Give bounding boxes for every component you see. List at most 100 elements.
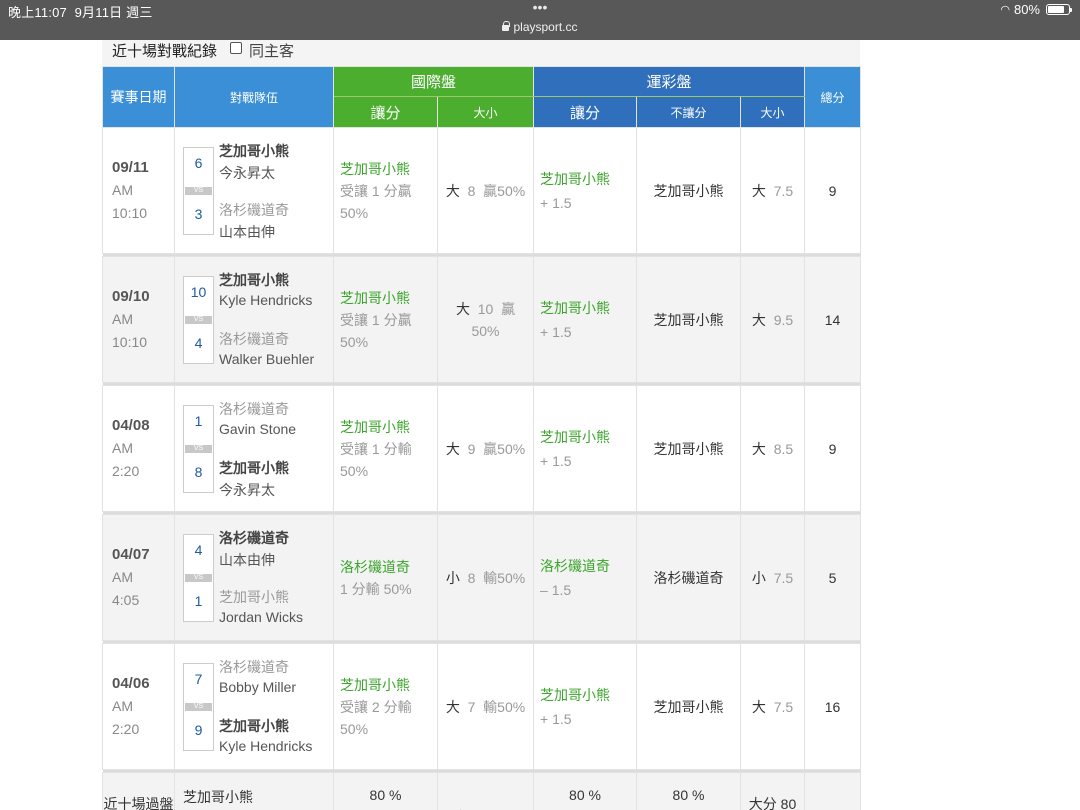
ou-value: 9 <box>467 440 476 457</box>
pitcher-away: Kyle Hendricks <box>219 292 313 308</box>
match-ampm: AM <box>112 440 133 456</box>
sport-nospread-cell: 芝加哥小熊 <box>636 256 742 383</box>
ou-result: 輸50% <box>483 569 526 586</box>
score-box: 7 VS 9 <box>183 663 214 751</box>
match-time: 2:20 <box>112 463 140 479</box>
header-sport-spread: 讓分 <box>533 96 638 128</box>
ou-direction: 大 <box>445 440 460 457</box>
match-date: 04/06 <box>112 675 150 692</box>
teams-cell: 4 VS 1 洛杉磯道奇 山本由伸 芝加哥小熊 Jordan Wicks <box>174 514 334 641</box>
sport-team: 芝加哥小熊 <box>540 686 611 703</box>
teams-cell: 7 VS 9 洛杉磯道奇 Bobby Miller 芝加哥小熊 Kyle Hen… <box>174 643 334 770</box>
vs-badge: VS <box>185 316 212 324</box>
match-date: 09/10 <box>112 288 150 305</box>
team-home[interactable]: 芝加哥小熊 <box>219 458 289 478</box>
score-away: 1 <box>194 413 203 429</box>
team-home[interactable]: 洛杉磯道奇 <box>219 200 289 220</box>
sport-ou-value: 7.5 <box>773 182 794 199</box>
score-home: 3 <box>194 206 203 222</box>
team-away[interactable]: 洛杉磯道奇 <box>219 528 289 548</box>
team-away[interactable]: 洛杉磯道奇 <box>219 399 289 419</box>
ou-value: 8 <box>467 182 476 199</box>
intl-team: 洛杉磯道奇 <box>340 558 410 575</box>
header-total: 總分 <box>804 66 862 128</box>
score-away: 4 <box>194 542 203 558</box>
summary-sport-nospread: 80 % <box>636 772 742 810</box>
sport-ou-value: 9.5 <box>773 311 794 328</box>
sport-team: 芝加哥小熊 <box>540 170 611 187</box>
summary-team: 芝加哥小熊 <box>174 772 334 810</box>
score-home: 1 <box>194 593 203 609</box>
pitcher-home: Jordan Wicks <box>219 609 304 625</box>
same-home-checkbox[interactable] <box>230 42 242 54</box>
section-header: 近十場對戰紀錄 同主客 <box>102 40 860 66</box>
score-box: 10 VS 4 <box>183 276 214 364</box>
score-box: 4 VS 1 <box>183 534 214 622</box>
summary-team-text[interactable]: 芝加哥小熊 <box>183 789 253 805</box>
teams-cell: 10 VS 4 芝加哥小熊 Kyle Hendricks 洛杉磯道奇 Walke… <box>174 256 334 383</box>
sport-line: + 1.5 <box>540 452 572 469</box>
header-sport: 運彩盤 <box>533 66 806 97</box>
sport-ou-direction: 大 <box>751 182 766 199</box>
more-dots-icon[interactable]: ••• <box>0 0 1080 14</box>
same-home-label[interactable]: 同主客 <box>249 40 294 61</box>
match-time: 10:10 <box>112 205 148 221</box>
wifi-icon: ◠ <box>1000 4 1010 16</box>
team-away[interactable]: 芝加哥小熊 <box>219 141 289 161</box>
ou-value: 10 <box>477 300 494 317</box>
section-title: 近十場對戰紀錄 <box>112 43 218 60</box>
sport-spread-cell: 芝加哥小熊 + 1.5 <box>533 643 638 770</box>
table-row: 09/10 AM 10:10 10 VS 4 芝加哥小熊 Kyle Hendri… <box>102 256 862 383</box>
team-home[interactable]: 洛杉磯道奇 <box>219 329 289 349</box>
sport-ou-cell: 大 7.5 <box>740 127 806 254</box>
summary-total <box>804 772 862 810</box>
pitcher-away: 山本由伸 <box>219 552 275 568</box>
vs-badge: VS <box>185 445 212 453</box>
pitcher-home: Kyle Hendricks <box>219 738 313 754</box>
match-ampm: AM <box>112 311 133 327</box>
match-date: 09/11 <box>112 159 149 176</box>
sport-ou-value: 7.5 <box>773 698 794 715</box>
ou-result: 贏50% <box>483 182 526 199</box>
sport-spread-cell: 芝加哥小熊 + 1.5 <box>533 385 638 512</box>
pitcher-home: 山本由伸 <box>219 224 275 240</box>
table-row: 09/11 AM 10:10 6 VS 3 芝加哥小熊 今永昇太 洛杉磯道奇 山… <box>102 127 862 254</box>
total-score-cell: 14 <box>804 256 862 383</box>
address-bar[interactable]: playsport.cc <box>0 20 1080 34</box>
team-away[interactable]: 洛杉磯道奇 <box>219 657 289 677</box>
sport-ou-cell: 大 9.5 <box>740 256 806 383</box>
match-ampm: AM <box>112 698 133 714</box>
match-ampm: AM <box>112 569 133 585</box>
sport-line: + 1.5 <box>540 323 572 340</box>
sport-team: 芝加哥小熊 <box>540 428 611 445</box>
team-home[interactable]: 芝加哥小熊 <box>219 716 289 736</box>
score-away: 7 <box>194 671 203 687</box>
header-intl-spread: 讓分 <box>333 96 438 128</box>
sport-spread-cell: 芝加哥小熊 + 1.5 <box>533 256 638 383</box>
score-home: 4 <box>194 335 203 351</box>
intl-spread-cell: 洛杉磯道奇 1 分輸 50% <box>333 514 438 641</box>
battery-percent: 80% <box>1013 2 1040 17</box>
intl-ou-cell: 大 9 贏50% <box>436 385 535 512</box>
intl-ou-cell: 大 10 贏 50% <box>436 256 535 383</box>
team-home[interactable]: 芝加哥小熊 <box>219 587 289 607</box>
team-away[interactable]: 芝加哥小熊 <box>219 270 289 290</box>
intl-spread-cell: 芝加哥小熊 受讓 1 分贏 50% <box>333 256 438 383</box>
ou-direction: 大 <box>445 182 460 199</box>
sport-nospread-cell: 芝加哥小熊 <box>636 127 742 254</box>
intl-ou-cell: 大 8 贏50% <box>436 127 535 254</box>
table-row: 04/07 AM 4:05 4 VS 1 洛杉磯道奇 山本由伸 芝加哥小熊 Jo… <box>102 514 862 641</box>
battery-fill <box>1048 6 1064 13</box>
intl-line: 受讓 1 分贏 50% <box>340 182 412 221</box>
sport-nospread-cell: 芝加哥小熊 <box>636 385 742 512</box>
sport-ou-direction: 大 <box>751 311 766 328</box>
match-date: 04/07 <box>112 546 150 563</box>
sport-ou-cell: 大 7.5 <box>740 643 806 770</box>
header-date: 賽事日期 <box>102 66 175 128</box>
match-time: 4:05 <box>112 592 140 608</box>
match-date-cell: 04/08 AM 2:20 <box>102 385 175 512</box>
intl-team: 芝加哥小熊 <box>340 160 410 177</box>
matchup-table: 賽事日期 對戰隊伍 國際盤 運彩盤 總分 讓分 大小 讓分 不讓分 大小 09/… <box>102 66 862 810</box>
ou-direction: 大 <box>445 698 460 715</box>
url-text: playsport.cc <box>513 20 578 34</box>
